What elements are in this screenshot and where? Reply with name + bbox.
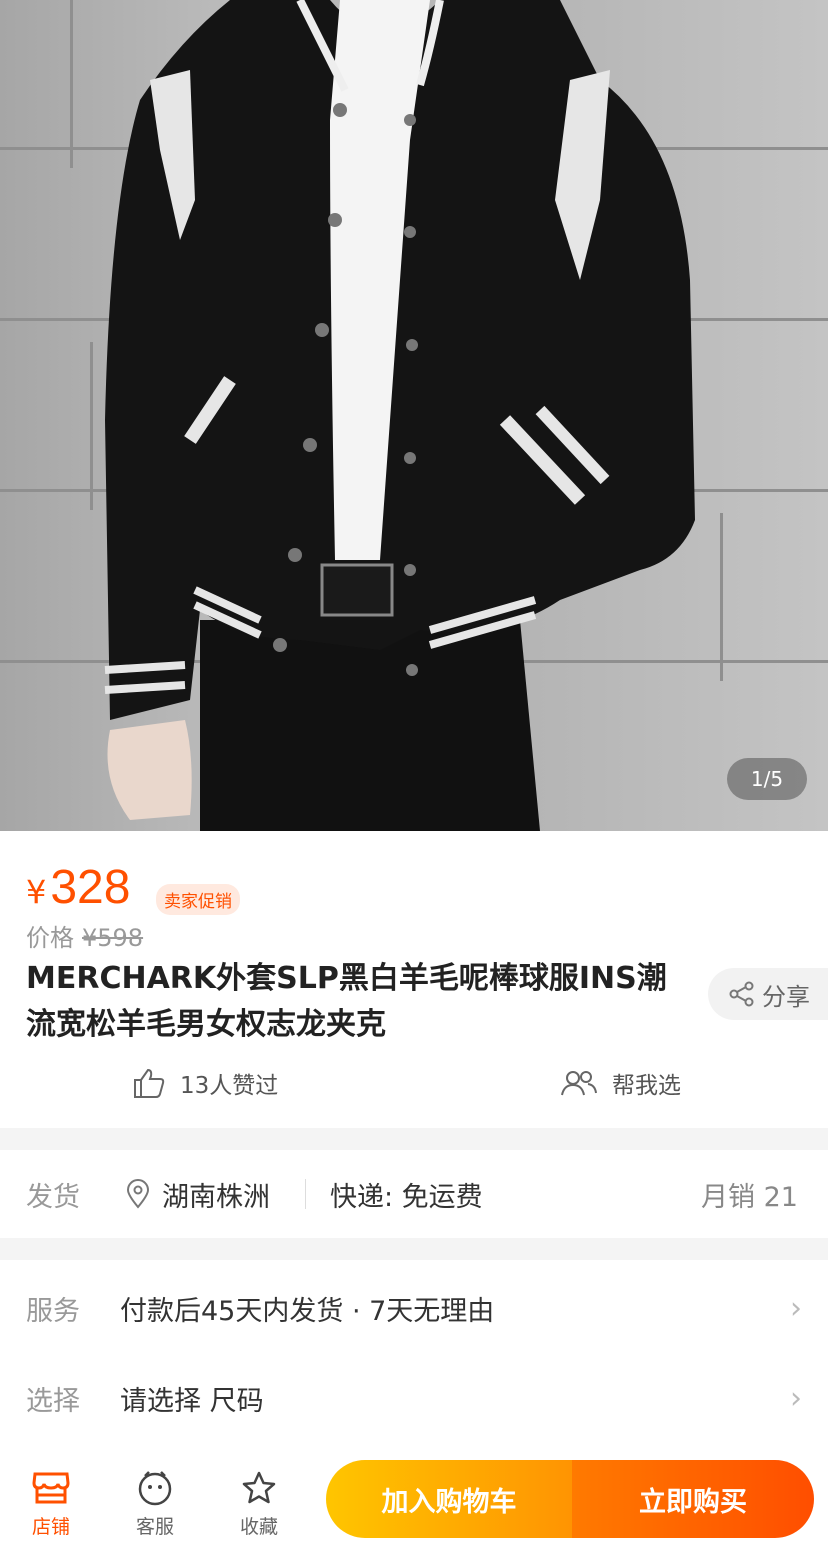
select-label: 选择	[26, 1385, 80, 1417]
shipping-label: 发货	[26, 1181, 80, 1213]
buy-now-button[interactable]: 立即购买	[572, 1460, 814, 1538]
add-to-cart-button[interactable]: 加入购物车	[326, 1460, 572, 1538]
help-label: 帮我选	[612, 1073, 681, 1099]
customer-service-label: 客服	[135, 1516, 174, 1538]
service-value: 付款后45天内发货 · 7天无理由	[120, 1295, 495, 1327]
select-value: 请选择 尺码	[120, 1385, 264, 1417]
store-icon	[32, 1472, 70, 1504]
help-me-choose-button[interactable]: 帮我选	[560, 1066, 681, 1100]
store-label: 店铺	[31, 1516, 70, 1538]
promo-badge: 卖家促销	[156, 884, 240, 915]
section-divider	[0, 1238, 828, 1260]
express-info: 快递: 免运费	[330, 1181, 483, 1213]
store-tab[interactable]: 店铺	[16, 1468, 86, 1539]
currency-symbol: ¥	[26, 873, 47, 911]
jacket-illustration	[104, 0, 695, 831]
current-price: 328	[50, 861, 131, 914]
shipping-row: 发货 湖南株洲 快递: 免运费 月销 21	[0, 1150, 828, 1238]
chevron-right-icon: ›	[790, 1380, 802, 1416]
share-button[interactable]: 分享	[708, 968, 828, 1020]
select-size-row[interactable]: 选择 请选择 尺码 ›	[0, 1358, 828, 1438]
share-icon	[729, 981, 754, 1007]
customer-service-tab[interactable]: 客服	[120, 1468, 190, 1539]
thumbs-up-icon	[134, 1068, 165, 1098]
favorite-label: 收藏	[239, 1516, 278, 1538]
share-label: 分享	[762, 982, 810, 1011]
image-counter: 1/5	[727, 758, 807, 800]
likes-count: 13人赞过	[180, 1073, 279, 1099]
favorite-tab[interactable]: 收藏	[224, 1468, 294, 1539]
like-button[interactable]: 13人赞过	[132, 1066, 278, 1100]
chevron-right-icon: ›	[790, 1290, 802, 1326]
bottom-action-bar: 店铺 客服 收藏 加入购物车 立即购买	[0, 1450, 828, 1553]
section-divider	[0, 1128, 828, 1150]
divider	[305, 1179, 306, 1209]
original-price-label: 价格	[26, 924, 74, 952]
chat-face-icon	[138, 1471, 172, 1506]
monthly-sales: 月销 21	[701, 1181, 798, 1213]
original-price: ¥598	[82, 924, 144, 952]
product-image[interactable]: 1/5	[0, 0, 828, 831]
service-label: 服务	[26, 1295, 80, 1327]
star-icon	[242, 1471, 276, 1504]
location-text: 湖南株洲	[162, 1181, 270, 1213]
product-title: MERCHARK外套SLP黑白羊毛呢棒球服INS潮流宽松羊毛男女权志龙夹克	[26, 961, 667, 1042]
original-price-row: 价格 ¥598	[26, 918, 143, 953]
service-row[interactable]: 服务 付款后45天内发货 · 7天无理由 ›	[0, 1268, 828, 1348]
location-pin-icon	[126, 1179, 150, 1209]
people-icon	[561, 1071, 597, 1096]
price-row: ¥ 328	[26, 860, 130, 915]
shipping-location: 湖南株洲	[126, 1175, 270, 1214]
